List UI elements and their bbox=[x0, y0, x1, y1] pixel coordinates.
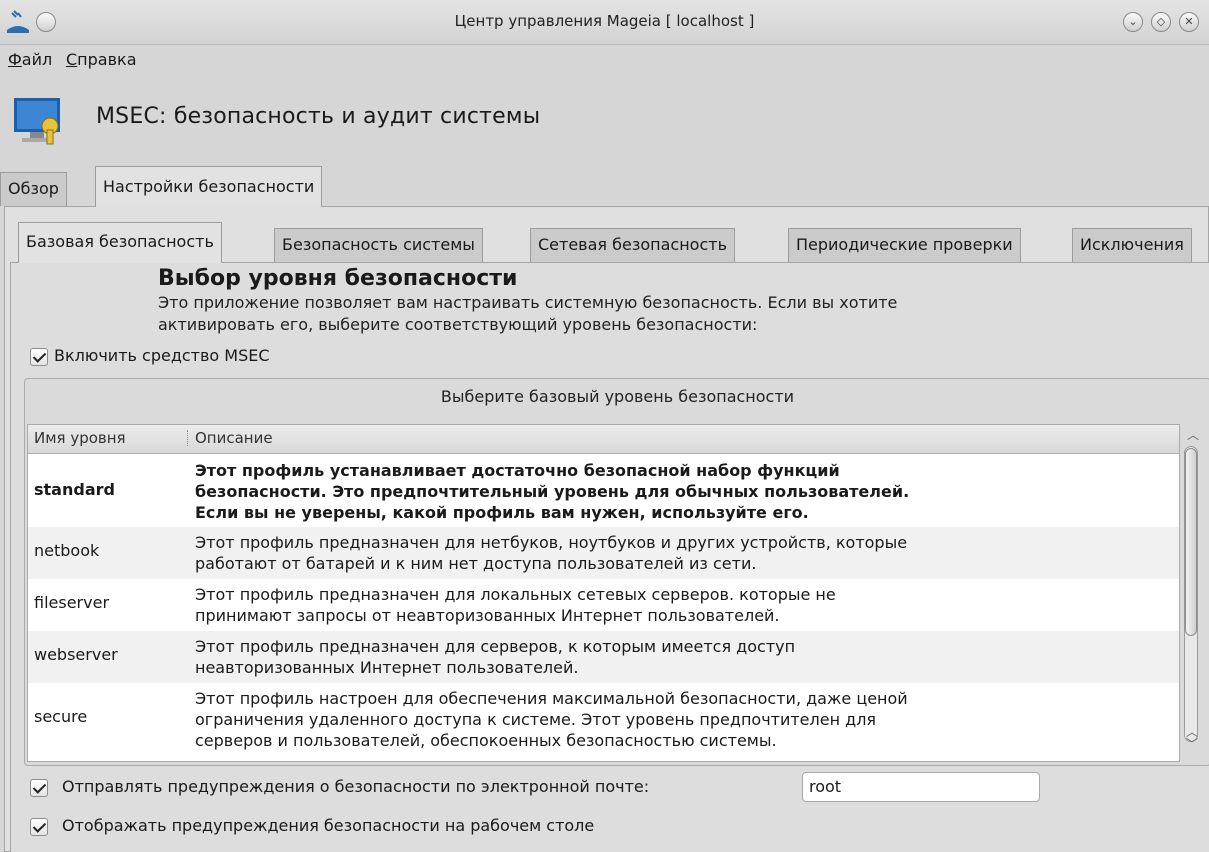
level-name: netbook bbox=[34, 541, 100, 560]
window-title: Центр управления Mageia [ localhost ] bbox=[454, 12, 755, 30]
table-header: Имя уровня Описание bbox=[28, 425, 1179, 454]
table-row[interactable]: webserver Этот профиль предназначен для … bbox=[28, 631, 1179, 683]
menu-file[interactable]: Файл bbox=[8, 50, 52, 69]
desktop-alerts-checkbox[interactable] bbox=[30, 818, 48, 836]
email-input[interactable]: root bbox=[802, 772, 1040, 802]
tab-system-security[interactable]: Безопасность системы bbox=[274, 228, 483, 262]
close-button[interactable]: ✕ bbox=[1179, 12, 1199, 32]
scroll-thumb[interactable] bbox=[1185, 448, 1197, 636]
page-title: MSEC: безопасность и аудит системы bbox=[96, 104, 541, 129]
level-description: Этот профиль предназначен для локальных … bbox=[195, 585, 836, 625]
group-title: Выберите базовый уровень безопасности bbox=[440, 387, 795, 406]
tab-periodic-checks[interactable]: Периодические проверки bbox=[788, 228, 1021, 262]
minimize-button[interactable]: ⌄ bbox=[1123, 12, 1143, 32]
table-scrollbar[interactable]: ︿ ︿ ﹀ bbox=[1181, 424, 1209, 762]
enable-msec-checkbox[interactable] bbox=[30, 348, 48, 366]
level-name: webserver bbox=[34, 645, 118, 664]
column-header-description[interactable]: Описание bbox=[195, 429, 273, 447]
section-title: Выбор уровня безопасности bbox=[158, 266, 518, 291]
scroll-up-arrow-icon[interactable]: ︿ bbox=[1187, 426, 1199, 443]
level-name: fileserver bbox=[34, 593, 110, 612]
desktop-alerts-label: Отображать предупреждения безопасности н… bbox=[62, 816, 595, 835]
column-header-level-name[interactable]: Имя уровня bbox=[34, 429, 126, 447]
level-description: Этот профиль настроен для обеспечения ма… bbox=[195, 689, 908, 750]
tab-basic-security[interactable]: Базовая безопасность bbox=[18, 222, 222, 263]
email-alerts-checkbox[interactable] bbox=[30, 779, 48, 797]
tab-overview[interactable]: Обзор bbox=[0, 172, 67, 206]
level-description: Этот профиль устанавливает достаточно бе… bbox=[195, 461, 910, 522]
table-row[interactable]: fileserver Этот профиль предназначен для… bbox=[28, 579, 1179, 631]
level-name: secure bbox=[34, 707, 88, 726]
email-alerts-label: Отправлять предупреждения о безопасности… bbox=[62, 777, 650, 796]
tab-security-settings[interactable]: Настройки безопасности bbox=[95, 166, 323, 207]
tab-network-security[interactable]: Сетевая безопасность bbox=[530, 228, 735, 262]
msec-shield-monitor-icon bbox=[14, 98, 60, 145]
security-level-table: Имя уровня Описание standard Этот профил… bbox=[27, 424, 1180, 762]
column-separator bbox=[187, 430, 188, 446]
enable-msec-label: Включить средство MSEC bbox=[54, 346, 270, 365]
maximize-button[interactable]: ◇ bbox=[1151, 12, 1171, 32]
window-titlebar[interactable]: Центр управления Mageia [ localhost ] ⌄ … bbox=[0, 0, 1209, 45]
section-description: Это приложение позволяет вам настраивать… bbox=[158, 293, 898, 334]
table-row[interactable]: standard Этот профиль устанавливает дост… bbox=[28, 455, 1179, 527]
tab-exceptions[interactable]: Исключения bbox=[1072, 228, 1192, 262]
table-row[interactable]: secure Этот профиль настроен для обеспеч… bbox=[28, 683, 1179, 761]
menu-help[interactable]: Справка bbox=[66, 50, 137, 69]
level-description: Этот профиль предназначен для серверов, … bbox=[195, 637, 796, 677]
table-row[interactable]: netbook Этот профиль предназначен для не… bbox=[28, 527, 1179, 579]
level-name: standard bbox=[34, 480, 115, 499]
menu-bar: Файл Справка bbox=[0, 44, 1209, 74]
scroll-down-arrow-icon[interactable]: ︿ ﹀ bbox=[1186, 726, 1198, 750]
level-description: Этот профиль предназначен для нетбуков, … bbox=[195, 533, 908, 573]
